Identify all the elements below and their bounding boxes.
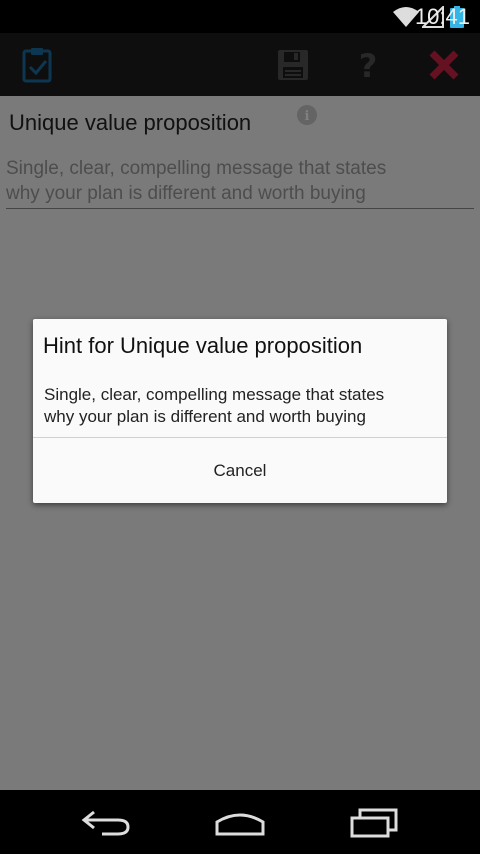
status-bar: 10:41	[0, 0, 480, 33]
dialog-title: Hint for Unique value proposition	[43, 333, 363, 358]
status-time: 10:41	[414, 4, 470, 29]
dialog-message: Single, clear, compelling message that s…	[44, 384, 436, 428]
hint-dialog: Hint for Unique value proposition Single…	[33, 319, 447, 503]
recent-apps-icon	[350, 808, 398, 838]
cancel-button[interactable]: Cancel	[33, 438, 447, 503]
home-icon	[215, 813, 265, 836]
dialog-message-line2: why your plan is different and worth buy…	[44, 407, 366, 426]
back-icon	[81, 810, 130, 836]
home-button[interactable]	[214, 806, 266, 838]
dialog-message-line1: Single, clear, compelling message that s…	[44, 385, 385, 404]
back-button[interactable]	[80, 806, 132, 838]
nav-bar	[0, 790, 480, 854]
recent-apps-button[interactable]	[348, 806, 400, 838]
